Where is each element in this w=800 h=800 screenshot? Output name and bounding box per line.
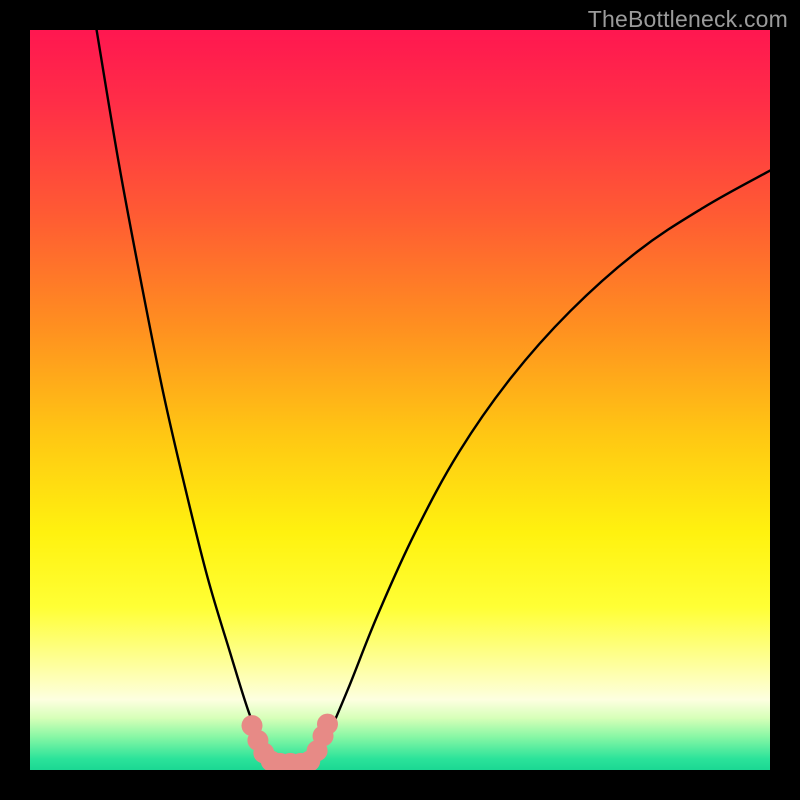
left-curve: [97, 30, 275, 770]
chart-frame: TheBottleneck.com: [0, 0, 800, 800]
marker-dot: [317, 714, 338, 735]
watermark-text: TheBottleneck.com: [588, 6, 788, 33]
highlight-markers: [242, 714, 338, 770]
right-curve: [311, 171, 770, 770]
plot-area: [30, 30, 770, 770]
curve-layer: [30, 30, 770, 770]
